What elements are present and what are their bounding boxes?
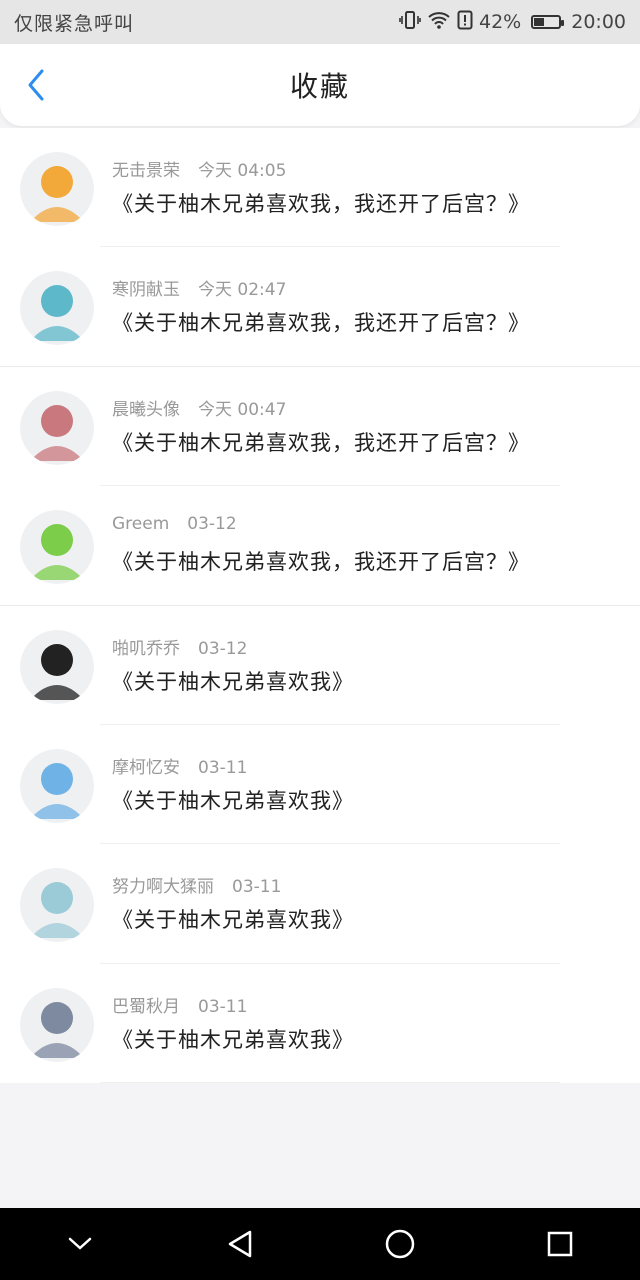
avatar[interactable]	[20, 152, 94, 226]
favorite-title[interactable]: 《关于柚木兄弟喜欢我》	[112, 785, 354, 815]
avatar[interactable]	[20, 987, 94, 1062]
favorite-item[interactable]: 晨曦头像 今天 00:47 《关于柚木兄弟喜欢我，我还开了后宫？》	[0, 367, 640, 487]
favorite-meta: 努力啊大猱丽 03-11	[112, 872, 281, 897]
nav-recents-button[interactable]	[530, 1214, 590, 1274]
battery-fill	[534, 18, 545, 26]
favorite-item[interactable]: 巴蜀秋月 03-11 《关于柚木兄弟喜欢我》	[0, 964, 640, 1083]
avatar[interactable]	[20, 390, 94, 465]
recents-square-icon	[547, 1231, 573, 1257]
app-header: 收藏	[0, 44, 640, 126]
avatar[interactable]	[20, 748, 94, 823]
favorite-title[interactable]: 《关于柚木兄弟喜欢我》	[112, 1024, 354, 1054]
favorite-item[interactable]: 寒阴献玉 今天 02:47 《关于柚木兄弟喜欢我，我还开了后宫？》	[0, 247, 640, 367]
favorite-meta: 巴蜀秋月 03-11	[112, 992, 247, 1017]
battery-icon	[531, 15, 565, 29]
favorite-item[interactable]: 摩柯忆安 03-11 《关于柚木兄弟喜欢我》	[0, 725, 640, 845]
status-time: 20:00	[571, 11, 626, 33]
avatar[interactable]	[20, 271, 94, 346]
favorite-time: 今天 02:47	[198, 280, 287, 301]
favorite-item[interactable]: 无击景荣 今天 04:05 《关于柚木兄弟喜欢我，我还开了后宫？》	[0, 128, 640, 248]
nav-home-button[interactable]	[370, 1214, 430, 1274]
favorites-list: 无击景荣 今天 04:05 《关于柚木兄弟喜欢我，我还开了后宫？》 寒阴献玉 今天 02…	[0, 128, 640, 1083]
back-triangle-icon	[228, 1230, 252, 1258]
vibrate-icon	[399, 10, 421, 35]
favorite-item[interactable]: Greem 03-12 《关于柚木兄弟喜欢我，我还开了后宫？》	[0, 486, 640, 606]
status-bar: 仅限紧急呼叫 42% 20:00	[0, 0, 640, 44]
author-name[interactable]: 啪叽乔乔	[112, 639, 180, 659]
wifi-icon	[427, 10, 451, 35]
favorite-meta: 摩柯忆安 03-11	[112, 753, 247, 778]
nav-collapse-button[interactable]	[50, 1214, 110, 1274]
avatar[interactable]	[20, 629, 94, 704]
divider	[100, 1082, 560, 1083]
favorite-meta: 无击景荣 今天 04:05	[112, 156, 286, 181]
chevron-down-icon	[68, 1237, 92, 1250]
sim-alert-icon	[457, 10, 473, 35]
favorite-time: 今天 04:05	[198, 161, 287, 181]
favorite-time: 03-12	[187, 514, 237, 535]
avatar[interactable]	[20, 868, 94, 943]
favorite-time: 今天 00:47	[198, 399, 287, 420]
author-name[interactable]: 摩柯忆安	[112, 758, 180, 778]
favorite-title[interactable]: 《关于柚木兄弟喜欢我，我还开了后宫？》	[112, 546, 530, 576]
favorite-title[interactable]: 《关于柚木兄弟喜欢我》	[112, 904, 354, 934]
author-name[interactable]: 无击景荣	[112, 161, 180, 181]
favorite-time: 03-11	[198, 757, 248, 778]
favorite-time: 03-12	[198, 638, 248, 659]
system-nav-bar	[0, 1208, 640, 1280]
status-icons: 42% 20:00	[399, 10, 626, 35]
favorite-title[interactable]: 《关于柚木兄弟喜欢我》	[112, 666, 354, 696]
author-name[interactable]: 巴蜀秋月	[112, 997, 180, 1017]
favorite-meta: 寒阴献玉 今天 02:47	[112, 275, 286, 300]
nav-back-button[interactable]	[210, 1214, 270, 1274]
back-button[interactable]	[20, 66, 52, 104]
author-name[interactable]: 晨曦头像	[112, 400, 180, 420]
carrier-text: 仅限紧急呼叫	[14, 12, 135, 35]
favorite-title[interactable]: 《关于柚木兄弟喜欢我，我还开了后宫？》	[112, 188, 530, 218]
favorite-meta: Greem 03-12	[112, 514, 237, 534]
favorite-title[interactable]: 《关于柚木兄弟喜欢我，我还开了后宫？》	[112, 307, 530, 337]
favorite-time: 03-11	[198, 996, 248, 1017]
favorite-item[interactable]: 啪叽乔乔 03-12 《关于柚木兄弟喜欢我》	[0, 606, 640, 725]
home-circle-icon	[385, 1229, 415, 1259]
author-name[interactable]: 努力啊大猱丽	[112, 877, 214, 897]
battery-percent: 42%	[479, 11, 522, 33]
favorite-meta: 啪叽乔乔 03-12	[112, 634, 247, 659]
chevron-left-icon	[28, 69, 44, 101]
favorite-item[interactable]: 努力啊大猱丽 03-11 《关于柚木兄弟喜欢我》	[0, 844, 640, 964]
page-title: 收藏	[289, 70, 350, 103]
author-name[interactable]: 寒阴献玉	[112, 280, 180, 300]
author-name[interactable]: Greem	[112, 514, 169, 534]
favorite-title[interactable]: 《关于柚木兄弟喜欢我，我还开了后宫？》	[112, 427, 530, 457]
favorite-meta: 晨曦头像 今天 00:47	[112, 395, 286, 420]
avatar[interactable]	[20, 510, 94, 585]
favorite-time: 03-11	[232, 877, 282, 898]
